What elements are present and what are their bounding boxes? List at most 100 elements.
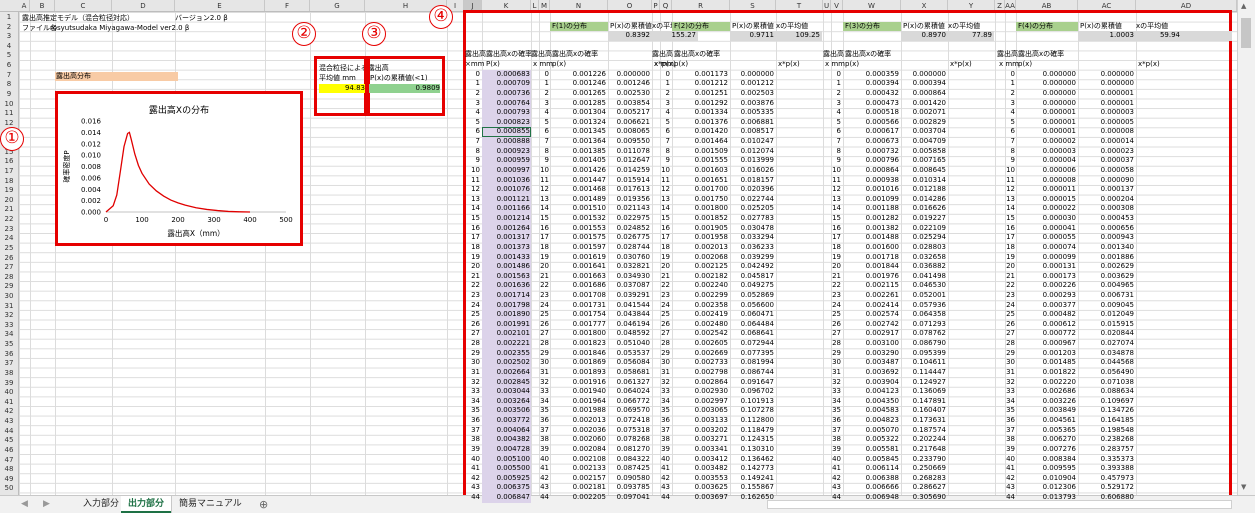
tab-input[interactable]: 入力部分	[76, 496, 128, 513]
mean-value[interactable]: 94.83	[319, 84, 365, 93]
row-number[interactable]: 26	[0, 254, 18, 263]
column-letter[interactable]: B	[30, 0, 55, 11]
vertical-scrollbar[interactable]: ▲ ▼	[1237, 0, 1255, 495]
group-p-value: 0.000864	[865, 165, 899, 174]
row-number[interactable]: 49	[0, 475, 18, 484]
group-p-value: 0.001988	[572, 406, 606, 415]
group-x-value: 39	[540, 444, 549, 453]
add-sheet-icon[interactable]: ⊕	[252, 496, 275, 513]
row-number[interactable]: 41	[0, 398, 18, 407]
column-letter[interactable]: E	[175, 0, 265, 11]
group-xp-value: 0.202244	[912, 435, 946, 444]
row-number[interactable]: 16	[0, 157, 18, 166]
row-number[interactable]: 37	[0, 359, 18, 368]
tab-manual[interactable]: 簡易マニュアル	[171, 496, 249, 513]
row-number[interactable]: 1	[0, 13, 18, 22]
row-number[interactable]: 20	[0, 196, 18, 205]
row-number[interactable]: 31	[0, 302, 18, 311]
row-number[interactable]: 17	[0, 167, 18, 176]
row-number[interactable]: 48	[0, 465, 18, 474]
group-mean-header: xの平均値	[948, 21, 981, 30]
column-letter[interactable]: D	[112, 0, 175, 11]
tab-nav-left-icon[interactable]: ◀	[14, 496, 35, 513]
row-number[interactable]: 27	[0, 263, 18, 272]
row-number[interactable]: 19	[0, 186, 18, 195]
group-x-value: 43	[832, 483, 841, 492]
column-letter[interactable]: G	[310, 0, 365, 11]
cum-value[interactable]: 0.9809	[369, 84, 440, 93]
marker-2-icon: ②	[292, 22, 316, 46]
column-letter[interactable]: C	[55, 0, 112, 11]
row-number[interactable]: 43	[0, 417, 18, 426]
row-number[interactable]: 42	[0, 407, 18, 416]
row-number[interactable]: 2	[0, 23, 18, 32]
group-x-value: 36	[832, 416, 841, 425]
group-xp-value: 0.335373	[1100, 454, 1134, 463]
row-number[interactable]: 47	[0, 456, 18, 465]
row-number[interactable]: 45	[0, 436, 18, 445]
row-number[interactable]: 9	[0, 90, 18, 99]
group-xp-value: 0.025294	[912, 233, 946, 242]
row-number[interactable]: 7	[0, 71, 18, 80]
row-number[interactable]: 29	[0, 282, 18, 291]
group-x-value: 11	[832, 175, 841, 184]
tab-nav-right-icon[interactable]: ▶	[36, 496, 57, 513]
group-x-value: 23	[540, 290, 549, 299]
group-p-subheader: p(x)	[552, 60, 567, 69]
group-p-value: 0.001203	[1042, 348, 1076, 357]
group-p-value: 0.001420	[694, 127, 728, 136]
row-number[interactable]: 22	[0, 215, 18, 224]
row-number[interactable]: 32	[0, 311, 18, 320]
row-number[interactable]: 23	[0, 225, 18, 234]
row-number[interactable]: 24	[0, 234, 18, 243]
group-x-value: 0	[544, 69, 549, 78]
group-p-value: 0.002125	[694, 262, 728, 271]
tab-output[interactable]: 出力部分	[121, 496, 172, 513]
column-letter[interactable]: F	[265, 0, 310, 11]
scroll-up-icon[interactable]: ▲	[1241, 2, 1246, 10]
row-number[interactable]: 28	[0, 273, 18, 282]
x-value: 11	[471, 175, 480, 184]
row-number[interactable]: 50	[0, 484, 18, 493]
row-number[interactable]: 33	[0, 321, 18, 330]
row-number[interactable]: 5	[0, 51, 18, 60]
row-number[interactable]: 38	[0, 369, 18, 378]
group-sum-value: 0.8970	[921, 31, 947, 40]
row-number[interactable]: 35	[0, 340, 18, 349]
row-number[interactable]: 36	[0, 350, 18, 359]
group-x-value: 7	[544, 137, 549, 146]
row-number[interactable]: 10	[0, 100, 18, 109]
group-xp-value: 0.198548	[1100, 425, 1134, 434]
group-x-value: 6	[544, 127, 549, 136]
group-xp-value: 0.000137	[1100, 185, 1134, 194]
row-number[interactable]: 30	[0, 292, 18, 301]
row-number[interactable]: 8	[0, 80, 18, 89]
row-number[interactable]: 11	[0, 109, 18, 118]
group-xp-value: 0.095399	[912, 348, 946, 357]
group-p-value: 0.002997	[694, 396, 728, 405]
group-p-value: 0.002742	[865, 319, 899, 328]
row-number[interactable]: 4	[0, 42, 18, 51]
row-number[interactable]: 3	[0, 32, 18, 41]
group-x-value: 44	[1006, 493, 1015, 501]
scroll-down-icon[interactable]: ▼	[1241, 483, 1246, 491]
group-p-value: 0.001641	[572, 262, 606, 271]
row-number[interactable]: 25	[0, 244, 18, 253]
row-number[interactable]: 21	[0, 205, 18, 214]
column-letter[interactable]: A	[19, 0, 30, 11]
group-xp-value: 0.030478	[740, 223, 774, 232]
group-x-value: 39	[661, 444, 670, 453]
row-number[interactable]: 34	[0, 330, 18, 339]
row-number[interactable]: 46	[0, 446, 18, 455]
scroll-thumb[interactable]	[1241, 18, 1251, 48]
row-number[interactable]: 39	[0, 379, 18, 388]
group-x-value: 44	[661, 493, 670, 501]
selected-cell[interactable]	[482, 127, 531, 138]
row-number[interactable]: 44	[0, 427, 18, 436]
row-number[interactable]: 6	[0, 61, 18, 70]
group-xp-value: 0.005858	[912, 146, 946, 155]
row-number[interactable]: 40	[0, 388, 18, 397]
group-p-value: 0.001603	[694, 165, 728, 174]
row-number[interactable]: 18	[0, 177, 18, 186]
group-p-value: 0.001958	[694, 233, 728, 242]
